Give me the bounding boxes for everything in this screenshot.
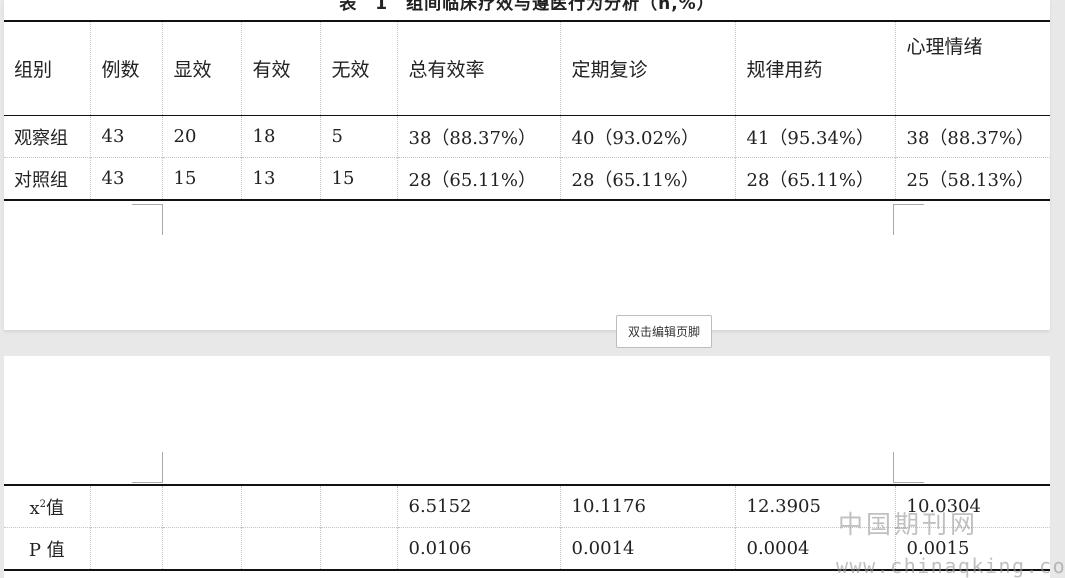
cell: 0.0014 xyxy=(559,527,735,570)
edit-footer-button[interactable]: 双击编辑页脚 xyxy=(616,315,712,348)
cell: 13 xyxy=(240,157,320,200)
cell: 10.1176 xyxy=(559,485,735,528)
header-psych: 心理情绪 xyxy=(894,21,1050,116)
cell: 38（88.37%） xyxy=(894,115,1050,158)
table-header-row: 组别 例数 显效 有效 无效 总有效率 定期复诊 规律用药 心理情绪 xyxy=(4,21,1050,116)
header-total-rate: 总有效率 xyxy=(396,21,560,116)
chi-square-label: x2值 xyxy=(29,497,65,519)
header-followup: 定期复诊 xyxy=(559,21,735,116)
header-count: 例数 xyxy=(89,21,162,116)
header-effective: 有效 xyxy=(240,21,320,116)
cell: 15 xyxy=(319,157,397,200)
cell: 0.0106 xyxy=(396,527,560,570)
cell: 15 xyxy=(161,157,241,200)
margin-corner-mark xyxy=(132,452,163,483)
cell: 28（65.11%） xyxy=(396,157,560,200)
header-marked: 显效 xyxy=(161,21,241,116)
page-top: 表 1 组间临床疗效与遵医行为分析（n,%） 组别 例数 显效 有效 无效 总有… xyxy=(4,0,1050,330)
margin-corner-mark xyxy=(132,204,163,235)
watermark-logo: 中国期刊网 xyxy=(838,510,979,539)
cell: 观察组 xyxy=(14,127,68,149)
cell: 20 xyxy=(161,115,241,158)
margin-corner-mark xyxy=(893,204,924,235)
cell: 25（58.13%） xyxy=(894,157,1050,200)
cell: 6.5152 xyxy=(396,485,560,528)
table-row: 观察组 43 20 18 5 38（88.37%） 40（93.02%） 41（… xyxy=(4,115,1050,158)
cell: 40（93.02%） xyxy=(559,115,735,158)
cell: 对照组 xyxy=(4,157,90,200)
cell: 41（95.34%） xyxy=(734,115,895,158)
cell: 43 xyxy=(89,115,162,158)
margin-corner-mark xyxy=(893,452,924,483)
cell: 5 xyxy=(319,115,397,158)
cell: 28（65.11%） xyxy=(734,157,895,200)
header-group: 组别 xyxy=(4,21,90,116)
cell: 43 xyxy=(89,157,162,200)
page-bottom: x2值 6.5152 10.1176 12.3905 10.0304 P 值 0… xyxy=(4,356,1050,578)
p-value-label: P 值 xyxy=(4,527,90,570)
cell: 38（88.37%） xyxy=(396,115,560,158)
cell: 18 xyxy=(240,115,320,158)
results-table: 组别 例数 显效 有效 无效 总有效率 定期复诊 规律用药 心理情绪 观察组 4… xyxy=(4,20,1050,201)
header-ineffective: 无效 xyxy=(319,21,397,116)
table-row: 对照组 43 15 13 15 28（65.11%） 28（65.11%） 28… xyxy=(4,157,1050,200)
table-caption: 表 1 组间临床疗效与遵医行为分析（n,%） xyxy=(339,0,715,14)
watermark-url: www.chinaqking.com xyxy=(836,554,1065,578)
header-medication: 规律用药 xyxy=(734,21,895,116)
cell: 28（65.11%） xyxy=(559,157,735,200)
